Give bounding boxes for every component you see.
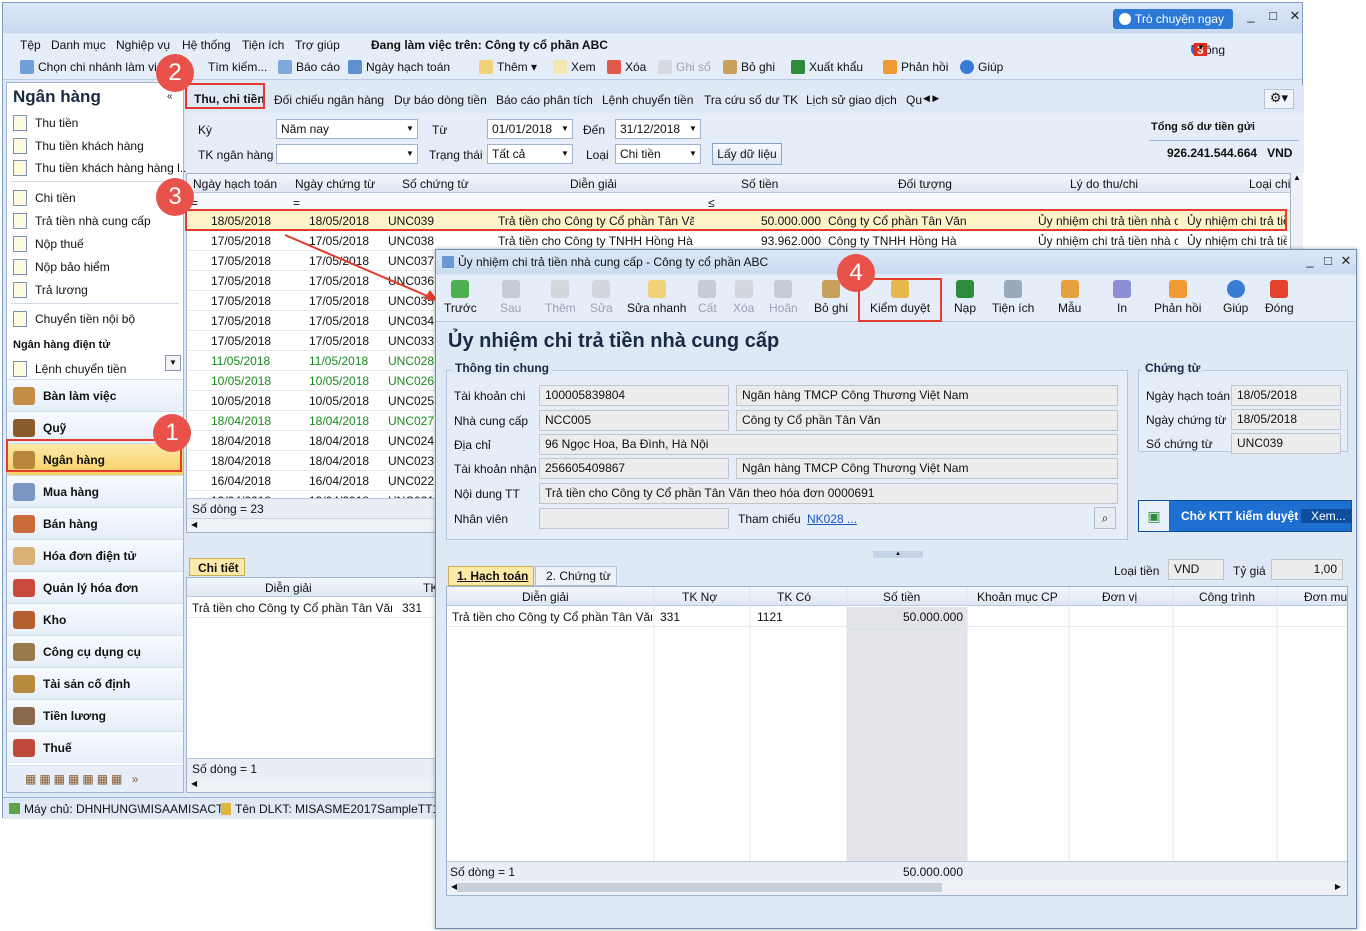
- staff-field[interactable]: [539, 508, 729, 529]
- account-label: Tài khoản chi: [454, 389, 526, 403]
- approval-status-panel: ▣ Chờ KTT kiểm duyệt Xem...: [1138, 500, 1352, 532]
- arrow-right-icon: [501, 280, 520, 298]
- horizontal-scrollbar[interactable]: ◀ ▶: [447, 881, 1347, 895]
- approval-status: Chờ KTT kiểm duyệt: [1181, 509, 1299, 523]
- collapse-handle[interactable]: ▲: [873, 551, 923, 558]
- arrow-left-icon: [451, 280, 470, 298]
- help-button[interactable]: Giúp: [1223, 278, 1248, 315]
- address-label: Địa chỉ: [454, 438, 491, 452]
- load-button[interactable]: Nạp: [954, 278, 976, 315]
- ref-label: Tham chiếu: [738, 512, 801, 526]
- add-icon: [551, 280, 570, 298]
- supplier-label: Nhà cung cấp: [454, 414, 529, 428]
- refresh-icon: [956, 280, 974, 298]
- prev-button[interactable]: Trước: [444, 278, 477, 315]
- content-field[interactable]: Trả tiền cho Công ty Cổ phần Tân Văn the…: [539, 483, 1118, 504]
- template-icon: [1060, 280, 1079, 298]
- tools-icon: [1004, 280, 1023, 298]
- template-button[interactable]: Mẫu: [1058, 278, 1081, 315]
- recv-account-label: Tài khoản nhận: [454, 462, 537, 476]
- unpost-icon: [822, 280, 841, 298]
- undo-icon: [774, 280, 793, 298]
- edit-icon: [592, 280, 611, 298]
- computer-icon: ▣: [1139, 501, 1169, 531]
- staff-label: Nhân viên: [454, 512, 509, 526]
- callout-4: 4: [837, 254, 875, 292]
- save-button[interactable]: Cất: [698, 278, 717, 315]
- voucher-no-label: Số chứng từ: [1146, 437, 1213, 451]
- rate-field[interactable]: 1,00: [1271, 559, 1343, 580]
- close-button[interactable]: Đóng: [1265, 278, 1294, 315]
- recv-account-field[interactable]: 256605409867: [539, 458, 729, 479]
- general-info-title: Thông tin chung: [452, 361, 552, 375]
- dialog-title: Ủy nhiệm chi trả tiền nhà cung cấp - Côn…: [458, 255, 769, 269]
- save-icon: [698, 280, 717, 298]
- help-icon: [1226, 280, 1245, 298]
- scroll-thumb[interactable]: [457, 883, 942, 892]
- posting-date-field[interactable]: 18/05/2018: [1231, 385, 1341, 406]
- quick-edit-button[interactable]: Sửa nhanh: [627, 278, 686, 315]
- bank-field[interactable]: Ngân hàng TMCP Công Thương Việt Nam: [736, 385, 1118, 406]
- voucher-no-field[interactable]: UNC039: [1231, 433, 1341, 454]
- posting-total: 50.000.000: [902, 865, 963, 879]
- delete-button[interactable]: Xóa: [733, 278, 754, 315]
- dialog-maximize-button[interactable]: □: [1320, 254, 1336, 268]
- ref-link[interactable]: NK028 ...: [807, 512, 857, 526]
- grid-lines: [653, 587, 1278, 863]
- next-button[interactable]: Sau: [500, 278, 521, 315]
- voucher-date-label: Ngày chứng từ: [1146, 413, 1227, 427]
- supplier-code-field[interactable]: NCC005: [539, 410, 729, 431]
- posting-date-label: Ngày hạch toán: [1146, 389, 1231, 403]
- print-icon: [1113, 280, 1131, 298]
- utilities-button[interactable]: Tiện ích: [992, 278, 1034, 315]
- approval-view-link[interactable]: Xem...: [1301, 509, 1351, 523]
- content-label: Nội dung TT: [454, 487, 520, 501]
- add-button[interactable]: Thêm: [545, 278, 576, 315]
- dialog-minimize-button[interactable]: _: [1302, 254, 1318, 268]
- tab-hach-toan[interactable]: 1. Hạch toán: [448, 566, 534, 586]
- feedback-button[interactable]: Phản hồi: [1154, 278, 1201, 315]
- recv-bank-field[interactable]: Ngân hàng TMCP Công Thương Việt Nam: [736, 458, 1118, 479]
- supplier-name-field[interactable]: Công ty Cổ phần Tân Văn: [736, 410, 1118, 431]
- posting-grid: Diễn giải TK Nợ TK Có Số tiền Khoản mục …: [446, 586, 1348, 896]
- mail-icon: [1168, 280, 1187, 298]
- posting-row-count: Số dòng = 1: [450, 865, 516, 879]
- rate-label: Tỷ giá: [1233, 564, 1266, 578]
- address-field[interactable]: 96 Ngọc Hoa, Ba Đình, Hà Nội: [539, 434, 1118, 455]
- print-button[interactable]: In: [1113, 278, 1131, 315]
- payment-dialog: Ủy nhiệm chi trả tiền nhà cung cấp - Côn…: [435, 249, 1357, 929]
- quick-edit-icon: [647, 280, 666, 298]
- tab-chung-tu[interactable]: 2. Chứng từ: [535, 566, 617, 586]
- dialog-icon: [442, 256, 454, 268]
- dialog-close-button[interactable]: ✕: [1338, 254, 1354, 268]
- account-field[interactable]: 100005839804: [539, 385, 729, 406]
- dialog-titlebar: Ủy nhiệm chi trả tiền nhà cung cấp - Côn…: [436, 250, 1356, 274]
- delete-icon: [734, 280, 753, 298]
- currency-field[interactable]: VND: [1168, 559, 1224, 580]
- currency-label: Loại tiền: [1114, 564, 1160, 578]
- voucher-title: Chứng từ: [1142, 361, 1204, 375]
- search-icon[interactable]: ⌕: [1094, 507, 1116, 529]
- postpone-button[interactable]: Hoãn: [769, 278, 798, 315]
- dialog-heading: Ủy nhiệm chi trả tiền nhà cung cấp: [448, 330, 780, 352]
- voucher-date-field[interactable]: 18/05/2018: [1231, 409, 1341, 430]
- edit-button[interactable]: Sửa: [590, 278, 613, 315]
- power-icon: [1270, 280, 1289, 298]
- posting-grid-footer: Số dòng = 1 50.000.000: [447, 861, 1347, 881]
